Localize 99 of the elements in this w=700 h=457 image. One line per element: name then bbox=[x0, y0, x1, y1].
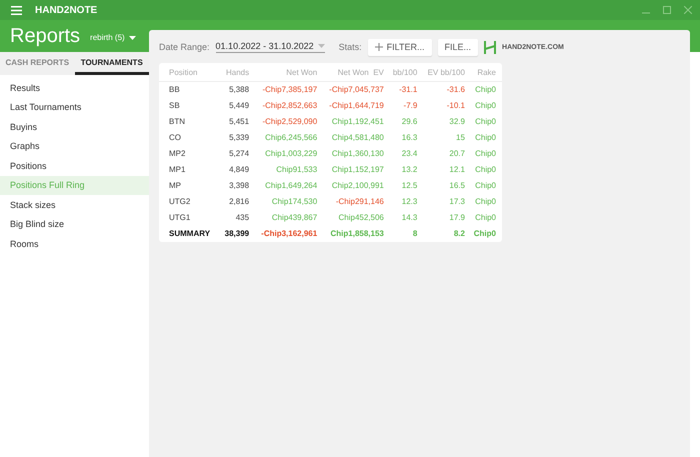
table-cell: -7.9 bbox=[390, 98, 424, 114]
table-cell: -Chip2,529,090 bbox=[255, 114, 324, 130]
table-cell: Chip1,192,451 bbox=[323, 114, 390, 130]
table-cell: Chip1,858,153 bbox=[323, 226, 390, 242]
column-header: bb/100 bbox=[390, 63, 424, 82]
table-cell: 32.9 bbox=[423, 114, 471, 130]
sidebar-item[interactable]: Stack sizes bbox=[0, 195, 149, 214]
file-button[interactable]: FILE... bbox=[438, 38, 478, 56]
table-cell: Chip439,867 bbox=[255, 210, 324, 226]
table-cell: 5,388 bbox=[222, 82, 256, 98]
close-icon[interactable] bbox=[684, 6, 692, 14]
logo-icon bbox=[484, 40, 496, 54]
menu-icon[interactable] bbox=[11, 6, 22, 14]
table-cell: 435 bbox=[222, 210, 256, 226]
table-cell: 15 bbox=[423, 130, 471, 146]
table-cell: 5,449 bbox=[222, 98, 256, 114]
stats-label: Stats: bbox=[338, 42, 362, 52]
table-cell: 23.4 bbox=[390, 146, 424, 162]
table-cell: Chip2,100,991 bbox=[323, 178, 390, 194]
column-header: EV bb/100 bbox=[423, 63, 471, 82]
table-cell: Chip1,152,197 bbox=[323, 162, 390, 178]
table-cell: SB bbox=[159, 98, 222, 114]
sidebar-item[interactable]: Graphs bbox=[0, 136, 149, 156]
table-cell: Chip452,506 bbox=[323, 210, 390, 226]
caret-icon bbox=[318, 44, 325, 48]
maximize-icon[interactable] bbox=[663, 6, 671, 14]
table-cell: 14.3 bbox=[390, 210, 424, 226]
table-cell: -Chip7,385,197 bbox=[255, 82, 324, 98]
caret-icon bbox=[128, 36, 136, 40]
table-cell: CO bbox=[159, 130, 222, 146]
table-cell: 12.3 bbox=[390, 194, 424, 210]
table-cell: Chip0 bbox=[470, 114, 502, 130]
table-cell: -Chip291,146 bbox=[323, 194, 390, 210]
column-header: Net Won EV bbox=[323, 63, 390, 82]
table-cell: 16.3 bbox=[390, 130, 424, 146]
table-cell: 12.5 bbox=[390, 178, 424, 194]
table-cell: UTG2 bbox=[159, 194, 222, 210]
table-cell: -Chip1,644,719 bbox=[323, 98, 390, 114]
table-cell: 3,398 bbox=[222, 178, 256, 194]
table-cell: 5,274 bbox=[222, 146, 256, 162]
sidebar-item[interactable]: Last Tournaments bbox=[0, 98, 149, 117]
table-cell: 8 bbox=[390, 226, 424, 242]
table-cell: BTN bbox=[159, 114, 222, 130]
table-cell: UTG1 bbox=[159, 210, 222, 226]
plus-icon bbox=[374, 43, 383, 51]
table-cell: Chip0 bbox=[470, 226, 502, 242]
table-cell: MP1 bbox=[159, 162, 222, 178]
table-cell: MP bbox=[159, 178, 222, 194]
table-cell: 20.7 bbox=[423, 146, 471, 162]
table-cell: MP2 bbox=[159, 146, 222, 162]
table-cell: -Chip2,852,663 bbox=[255, 98, 324, 114]
table-cell: 17.3 bbox=[423, 194, 471, 210]
table-cell: Chip0 bbox=[470, 82, 502, 98]
table-cell: 2,816 bbox=[222, 194, 256, 210]
table-cell: 12.1 bbox=[423, 162, 471, 178]
sidebar-item[interactable]: Big Blind size bbox=[0, 214, 149, 234]
table-cell: 16.5 bbox=[423, 178, 471, 194]
table-cell: Chip1,649,264 bbox=[255, 178, 324, 194]
table-cell: 4,849 bbox=[222, 162, 256, 178]
table-cell: Chip91,533 bbox=[255, 162, 324, 178]
table-cell: Chip0 bbox=[470, 146, 502, 162]
table-cell: -Chip3,162,961 bbox=[255, 226, 324, 242]
column-header: Net Won bbox=[255, 63, 324, 82]
column-header: Position bbox=[159, 63, 222, 82]
table-cell: Chip0 bbox=[470, 194, 502, 210]
table-cell: Chip1,360,130 bbox=[323, 146, 390, 162]
sidebar-item[interactable]: Buyins bbox=[0, 117, 149, 136]
table-cell: Chip0 bbox=[470, 178, 502, 194]
table-cell: 29.6 bbox=[390, 114, 424, 130]
table-cell: Chip0 bbox=[470, 162, 502, 178]
column-header: Hands bbox=[222, 63, 256, 82]
table-cell: -Chip7,045,737 bbox=[323, 82, 390, 98]
table-cell: Chip174,530 bbox=[255, 194, 324, 210]
table-cell: 17.9 bbox=[423, 210, 471, 226]
date-range-label: Date Range: bbox=[159, 42, 210, 52]
table-cell: 8.2 bbox=[423, 226, 471, 242]
table-cell: -10.1 bbox=[423, 98, 471, 114]
sidebar-item[interactable]: Results bbox=[0, 78, 149, 98]
table-cell: 5,451 bbox=[222, 114, 256, 130]
table-cell: BB bbox=[159, 82, 222, 98]
table-cell: SUMMARY bbox=[159, 226, 222, 242]
page-title: Reports bbox=[10, 24, 80, 48]
filter-button[interactable]: FILTER... bbox=[368, 38, 432, 56]
sidebar-item[interactable]: Positions bbox=[0, 156, 149, 176]
column-header: Rake bbox=[470, 63, 502, 82]
table-cell: Chip0 bbox=[470, 98, 502, 114]
table-cell: Chip6,245,566 bbox=[255, 130, 324, 146]
table-cell: Chip4,581,480 bbox=[323, 130, 390, 146]
app-title: HAND2NOTE bbox=[35, 4, 98, 16]
table-cell: 5,339 bbox=[222, 130, 256, 146]
table-cell: 38,399 bbox=[222, 226, 256, 242]
date-range-dropdown[interactable]: 01.10.2022 - 31.10.2022 bbox=[216, 41, 325, 53]
sidebar-item[interactable]: Rooms bbox=[0, 234, 149, 254]
table-cell: -31.1 bbox=[390, 82, 424, 98]
table-cell: 13.2 bbox=[390, 162, 424, 178]
table-cell: Chip0 bbox=[470, 210, 502, 226]
table-cell: Chip1,003,229 bbox=[255, 146, 324, 162]
table-cell: Chip0 bbox=[470, 130, 502, 146]
table-cell: -31.6 bbox=[423, 82, 471, 98]
